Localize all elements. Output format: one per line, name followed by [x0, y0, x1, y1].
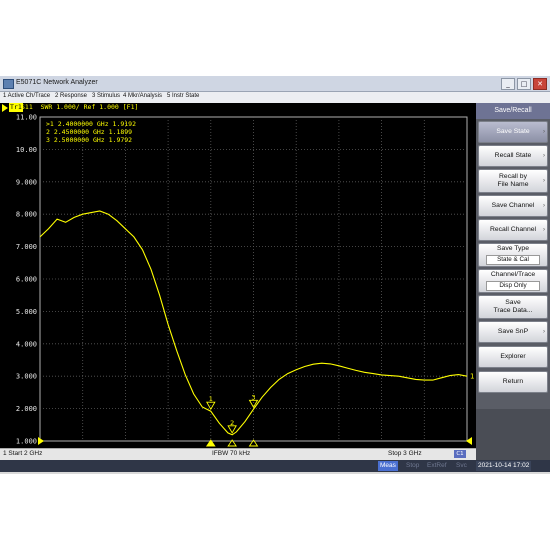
chevron-right-icon: › [543, 329, 545, 335]
explorer-button[interactable]: Explorer [478, 346, 548, 368]
y-tick-label: 3.000 [16, 373, 37, 381]
menu-stimulus[interactable]: 3 Stimulus [92, 93, 120, 99]
stop-frequency[interactable]: Stop 3 GHz [388, 450, 422, 457]
window-title: E5071C Network Analyzer [16, 79, 98, 86]
file-name-label: File Name [497, 181, 529, 188]
menu-response[interactable]: 2 Response [55, 93, 87, 99]
recall-channel-button[interactable]: Recall Channel › [478, 219, 548, 241]
save-label: Save [505, 299, 521, 306]
save-state-label: Save State [496, 128, 530, 135]
save-type-button[interactable]: Save Type State & Cal [478, 243, 548, 267]
y-tick-label: 10.00 [16, 146, 37, 154]
recall-by-file-name-button[interactable]: Recall by File Name › [478, 169, 548, 193]
trace-header: Tr1 S11 SWR 1.000/ Ref 1.000 [F1] [0, 103, 476, 112]
marker-readout-line: >1 2.4000000 GHz 1.9192 [46, 120, 136, 128]
y-tick-label: 6.000 [16, 276, 37, 284]
channel-trace-value: Disp Only [486, 281, 540, 291]
app-icon [3, 79, 14, 89]
y-tick-label: 9.000 [16, 178, 37, 186]
chevron-right-icon: › [543, 153, 545, 159]
chevron-right-icon: › [543, 129, 545, 135]
network-analyzer-window: E5071C Network Analyzer _ □ ✕ 1 Active C… [0, 76, 550, 474]
menu-mkr-analysis[interactable]: 4 Mkr/Analysis [123, 93, 162, 99]
menu-instr-state[interactable]: 5 Instr State [167, 93, 199, 99]
y-tick-label: 1.000 [16, 438, 37, 446]
measurement-graph[interactable]: 11.00 10.00 9.000 8.000 7.000 6.000 5.000 4.000… [0, 103, 476, 448]
marker-readout-line: 3 2.5000000 GHz 1.9792 [46, 136, 132, 144]
chevron-right-icon: › [543, 203, 545, 209]
svc-status: Svc [456, 462, 467, 469]
marker-number-label: 2 [230, 419, 234, 427]
date-time: 2021-10-14 17:02 [476, 461, 532, 471]
marker-triangle-icon [227, 425, 237, 434]
maximize-button[interactable]: □ [517, 78, 531, 90]
recall-state-button[interactable]: Recall State › [478, 145, 548, 167]
stimulus-bar: 1 Start 2 GHz IFBW 70 kHz Stop 3 GHz C1 [0, 448, 476, 460]
save-type-value: State & Cal [486, 255, 540, 265]
title-bar: E5071C Network Analyzer _ □ ✕ [0, 76, 550, 92]
return-label: Return [502, 378, 524, 385]
softkey-blank-area [476, 409, 550, 460]
trace-settings-label: S11 SWR 1.000/ Ref 1.000 [F1] [21, 103, 139, 111]
chevron-right-icon: › [543, 227, 545, 233]
save-channel-label: Save Channel [491, 202, 535, 209]
marker-number-label: 3 [251, 393, 255, 401]
window-controls: _ □ ✕ [501, 78, 547, 90]
marker-readout-line: 2 2.4500000 GHz 1.1899 [46, 128, 132, 136]
meas-status: Meas [378, 461, 398, 471]
stop-status: Stop [406, 462, 420, 469]
menu-active-ch-trace[interactable]: 1 Active Ch/Trace [3, 93, 50, 99]
y-tick-label: 4.000 [16, 340, 37, 348]
explorer-label: Explorer [500, 353, 526, 360]
channel-trace-label: Channel/Trace [490, 271, 536, 278]
status-bar: Meas Stop ExtRef Svc 2021-10-14 17:02 [0, 460, 550, 472]
save-type-label: Save Type [497, 245, 529, 252]
ref-level-left-icon [38, 437, 44, 445]
recall-by-label: Recall by [499, 173, 527, 180]
save-snp-button[interactable]: Save SnP › [478, 321, 548, 343]
save-channel-button[interactable]: Save Channel › [478, 195, 548, 217]
active-trace-arrow-icon [2, 104, 8, 112]
extref-status: ExtRef [427, 462, 447, 469]
recall-state-label: Recall State [494, 152, 532, 159]
trace-data-label: Trace Data... [493, 307, 533, 314]
return-button[interactable]: Return [478, 371, 548, 393]
channel-trace-button[interactable]: Channel/Trace Disp Only [478, 269, 548, 293]
softkey-panel: Save/Recall Save State › Recall State › … [476, 103, 550, 460]
trace-end-label: 1 [470, 373, 474, 381]
y-tick-label: 11.00 [16, 114, 37, 122]
recall-channel-label: Recall Channel [489, 226, 537, 233]
minimize-button[interactable]: _ [501, 78, 515, 90]
channel-indicator: C1 [454, 450, 466, 458]
save-snp-label: Save SnP [497, 328, 529, 335]
softkey-menu-title: Save/Recall [476, 103, 550, 119]
y-tick-label: 2.000 [16, 405, 37, 413]
y-tick-label: 5.000 [16, 308, 37, 316]
chevron-right-icon: › [543, 178, 545, 184]
swr-chart: 11.00 10.00 9.000 8.000 7.000 6.000 5.000 4.000… [16, 114, 474, 447]
y-tick-label: 7.000 [16, 243, 37, 251]
save-trace-data-button[interactable]: Save Trace Data... [478, 295, 548, 319]
if-bandwidth[interactable]: IFBW 70 kHz [212, 450, 250, 457]
y-tick-label: 8.000 [16, 211, 37, 219]
start-frequency[interactable]: 1 Start 2 GHz [3, 450, 42, 457]
save-state-button[interactable]: Save State › [478, 121, 548, 143]
marker-number-label: 1 [209, 395, 213, 403]
close-button[interactable]: ✕ [533, 78, 547, 90]
